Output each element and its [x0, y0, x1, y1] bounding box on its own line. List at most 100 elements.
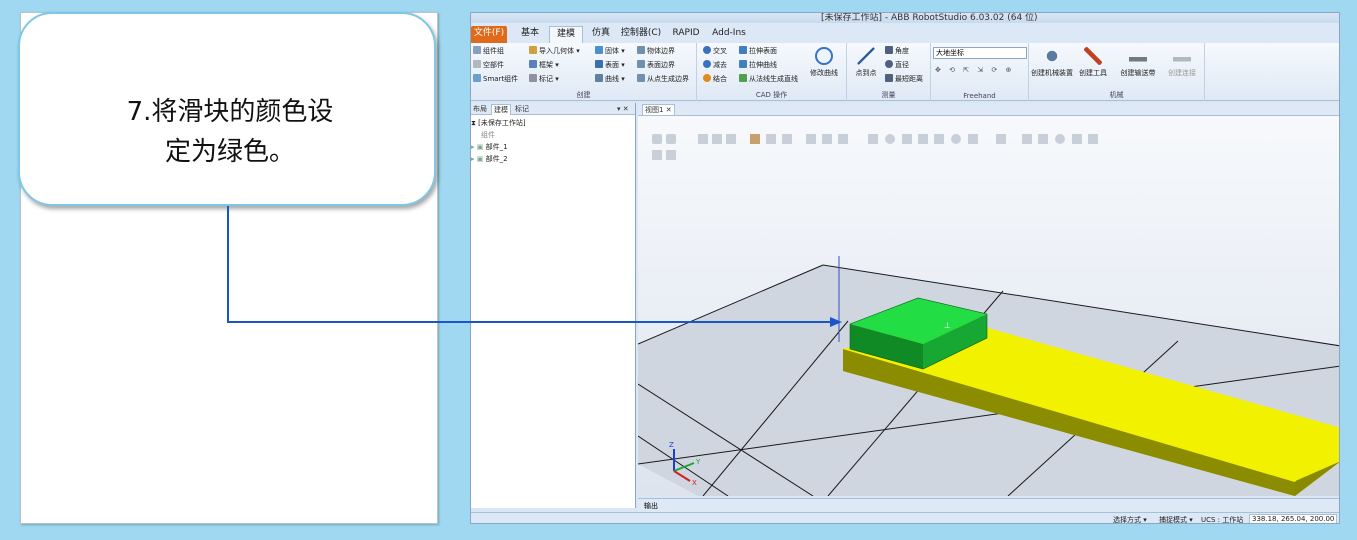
extrude-curve-button[interactable]: 拉伸曲线	[739, 60, 777, 71]
point-to-point-icon	[857, 47, 875, 65]
normal-line-icon	[739, 74, 747, 82]
border-icon	[637, 46, 645, 54]
solid-icon	[595, 46, 603, 54]
tree-part-1[interactable]: ▸ ▣ 部件_1	[471, 141, 526, 153]
tree-components[interactable]: 组件	[471, 129, 526, 141]
group-create-label: 创建	[576, 91, 591, 99]
ribbon: 组件组 空部件 Smart组件 导入几何体 ▾ 框架 ▾ 标记 ▾ 固体 ▾ 表…	[471, 43, 1339, 101]
solid-button[interactable]: 固体 ▾	[595, 46, 625, 57]
z-axis-label: Z	[669, 441, 674, 449]
reference-frame-select[interactable]: 大地坐标	[933, 47, 1027, 59]
status-bar: 选择方式 ▾ 捕捉模式 ▾ UCS : 工作站 338.18, 265.04, …	[471, 512, 1339, 524]
extrude-surface-icon	[739, 46, 747, 54]
import-geometry-button[interactable]: 导入几何体 ▾	[529, 46, 580, 57]
extrude-curve-icon	[739, 60, 747, 68]
group-freehand-label: Freehand	[963, 92, 996, 100]
group-measure: 点到点 角度 直径 最短距离 测量	[847, 43, 931, 101]
close-icon[interactable]: ▾ ✕	[615, 104, 631, 115]
body-border-button[interactable]: 物体边界	[637, 46, 675, 57]
create-conveyor-button[interactable]: 创建输送带	[1115, 45, 1161, 78]
tab-modeling[interactable]: 建模	[549, 26, 583, 43]
part-icon	[473, 60, 481, 68]
tab-layout[interactable]: 布局	[471, 104, 489, 115]
tab-view1[interactable]: 视图1 ✕	[642, 104, 675, 115]
line-from-normal-button[interactable]: 从法线生成直线	[739, 74, 798, 85]
conveyor-icon	[1129, 47, 1147, 65]
intersect-button[interactable]: 交叉	[703, 46, 727, 57]
component-group-icon	[473, 46, 481, 54]
group-create: 组件组 空部件 Smart组件 导入几何体 ▾ 框架 ▾ 标记 ▾ 固体 ▾ 表…	[471, 43, 697, 101]
snap-mode[interactable]: 捕捉模式 ▾	[1159, 515, 1193, 523]
view-tabs: 视图1 ✕	[638, 103, 1339, 116]
tool-icon	[1084, 47, 1102, 65]
ribbon-tabs: 文件(F) 基本 建模 仿真 控制器(C) RAPID Add-Ins	[471, 23, 1339, 43]
tree-part-2[interactable]: ▸ ▣ 部件_2	[471, 153, 526, 165]
point-to-point-button[interactable]: 点到点	[849, 45, 883, 78]
group-mechanism-label: 机械	[1109, 91, 1124, 99]
angle-icon	[885, 46, 893, 54]
group-measure-label: 测量	[881, 91, 896, 99]
surface-button[interactable]: 表面 ▾	[595, 60, 625, 71]
window-title: [未保存工作站] - ABB RobotStudio 6.03.02 (64 位…	[821, 13, 1038, 23]
union-icon	[703, 74, 711, 82]
group-cad: 交叉 减去 结合 拉伸表面 拉伸曲线 从法线生成直线 修改曲线 CAD 操作	[697, 43, 847, 101]
part-icon: ▸ ▣	[471, 143, 486, 151]
tag-button[interactable]: 标记 ▾	[529, 74, 559, 85]
import-geometry-icon	[529, 46, 537, 54]
modify-curve-icon	[815, 47, 833, 65]
ucs-label: UCS : 工作站	[1201, 516, 1244, 524]
create-connection-button[interactable]: 创建连接	[1159, 45, 1205, 78]
station-tree: ⧗ [未保存工作站] 组件 ▸ ▣ 部件_1 ▸ ▣ 部件_2	[471, 117, 526, 165]
modify-curve-button[interactable]: 修改曲线	[801, 45, 847, 78]
create-mechanism-button[interactable]: 创建机械装置	[1029, 45, 1075, 78]
output-tab-label: 输出	[644, 502, 658, 510]
instruction-callout: 7.将滑块的颜色设 定为绿色。	[18, 12, 436, 206]
points-border-icon	[637, 74, 645, 82]
frame-button[interactable]: 框架 ▾	[529, 60, 559, 71]
curve-button[interactable]: 曲线 ▾	[595, 74, 625, 85]
create-tool-button[interactable]: 创建工具	[1075, 45, 1111, 78]
tab-tags[interactable]: 标记	[513, 104, 531, 115]
component-group-button[interactable]: 组件组	[473, 46, 504, 57]
coordinate-readout: 338.18, 265.04, 200.00	[1249, 514, 1338, 523]
tree-station[interactable]: ⧗ [未保存工作站]	[471, 117, 526, 129]
3d-viewport[interactable]: ⊥ Z Y X	[638, 116, 1340, 496]
extrude-surface-button[interactable]: 拉伸表面	[739, 46, 777, 57]
output-panel-tab[interactable]: 输出	[638, 498, 1339, 512]
smart-component-icon	[473, 74, 481, 82]
tab-controller[interactable]: 控制器(C)	[619, 26, 663, 43]
angle-button[interactable]: 角度	[885, 46, 909, 57]
connection-icon	[1173, 47, 1191, 65]
instruction-text: 7.将滑块的颜色设 定为绿色。	[126, 97, 334, 167]
scene[interactable]: ⊥ Z Y X	[638, 116, 1340, 496]
selection-mode[interactable]: 选择方式 ▾	[1113, 515, 1147, 523]
subtract-button[interactable]: 减去	[703, 60, 727, 71]
modeling-browser: 布局 建模 标记 ▾ ✕ ⧗ [未保存工作站] 组件 ▸ ▣ 部件_1 ▸ ▣ …	[471, 103, 636, 508]
tab-rapid[interactable]: RAPID	[669, 26, 703, 43]
group-freehand: 大地坐标 ✥ ⟲ ⇱ ⇲ ⟳ ⊕ Freehand	[931, 43, 1029, 101]
x-axis-label: X	[692, 479, 697, 487]
tab-home[interactable]: 基本	[515, 26, 545, 43]
frame-marker-icon: ⊥	[944, 321, 951, 330]
smart-component-button[interactable]: Smart组件	[473, 74, 518, 85]
diameter-button[interactable]: 直径	[885, 60, 909, 71]
subtract-icon	[703, 60, 711, 68]
tab-file[interactable]: 文件(F)	[471, 26, 507, 43]
title-bar: [未保存工作站] - ABB RobotStudio 6.03.02 (64 位…	[471, 13, 1339, 23]
border-from-points-button[interactable]: 从点生成边界	[637, 74, 689, 85]
gear-icon	[1043, 47, 1061, 65]
diameter-icon	[885, 60, 893, 68]
browser-tabs: 布局 建模 标记 ▾ ✕	[471, 103, 635, 115]
group-cad-label: CAD 操作	[755, 91, 788, 99]
surface-border-button[interactable]: 表面边界	[637, 60, 675, 71]
view-toolbar-icons[interactable]	[652, 134, 1098, 160]
tab-simulation[interactable]: 仿真	[587, 26, 615, 43]
freehand-tools[interactable]: ✥ ⟲ ⇱ ⇲ ⟳ ⊕	[935, 65, 1014, 76]
y-axis-label: Y	[695, 458, 701, 466]
tab-modeling-browser[interactable]: 建模	[491, 104, 511, 115]
robotstudio-window: [未保存工作站] - ABB RobotStudio 6.03.02 (64 位…	[470, 12, 1340, 524]
tab-addins[interactable]: Add-Ins	[709, 26, 749, 43]
empty-part-button[interactable]: 空部件	[473, 60, 504, 71]
min-distance-button[interactable]: 最短距离	[885, 74, 923, 85]
union-button[interactable]: 结合	[703, 74, 727, 85]
